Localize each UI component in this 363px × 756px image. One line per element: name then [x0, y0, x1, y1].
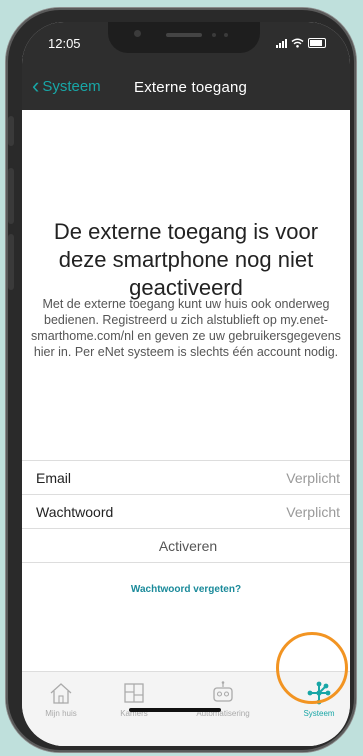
status-bar: 12:05 [22, 22, 350, 66]
signal-icon [276, 39, 287, 48]
back-label: Systeem [42, 77, 101, 95]
password-field[interactable]: Wachtwoord Verplicht [22, 494, 350, 528]
email-placeholder: Verplicht [286, 469, 340, 486]
email-field[interactable]: Email Verplicht [22, 460, 350, 494]
tab-kamers[interactable]: Kamers [93, 680, 175, 718]
volume-up-button [8, 168, 14, 224]
back-button[interactable]: ‹ Systeem [32, 73, 101, 98]
tab-label: Mijn huis [45, 709, 77, 718]
login-form: Email Verplicht Wachtwoord Verplicht Act… [22, 460, 350, 563]
status-time: 12:05 [48, 36, 81, 51]
rooms-icon [124, 683, 144, 703]
notch [108, 22, 260, 53]
email-label: Email [36, 469, 72, 486]
forgot-password-link[interactable]: Wachtwoord vergeten? [22, 584, 350, 595]
home-indicator[interactable] [129, 708, 221, 712]
headline: De externe toegang is voor deze smartpho… [53, 219, 319, 300]
camera-icon [134, 30, 141, 37]
tab-label: Systeem [303, 709, 335, 718]
tab-automatisering[interactable]: Automatisering [182, 680, 264, 718]
robot-icon [213, 681, 233, 702]
wifi-icon [291, 38, 304, 48]
navigation-bar: ‹ Systeem Externe toegang [22, 66, 350, 110]
sensor-icon [212, 33, 216, 37]
password-placeholder: Verplicht [286, 503, 340, 520]
battery-icon [308, 38, 326, 48]
chevron-left-icon: ‹ [32, 73, 40, 98]
tab-mijn-huis[interactable]: Mijn huis [22, 680, 102, 718]
activate-button[interactable]: Activeren [22, 528, 350, 563]
page-title: Externe toegang [134, 79, 248, 96]
password-label: Wachtwoord [36, 503, 114, 520]
mute-switch [8, 116, 14, 146]
speaker-icon [166, 33, 202, 37]
highlight-circle [276, 632, 348, 704]
description: Met de externe toegang kunt uw huis ook … [31, 297, 341, 359]
sensor-icon [224, 33, 228, 37]
house-icon [50, 683, 72, 704]
volume-down-button [8, 234, 14, 290]
